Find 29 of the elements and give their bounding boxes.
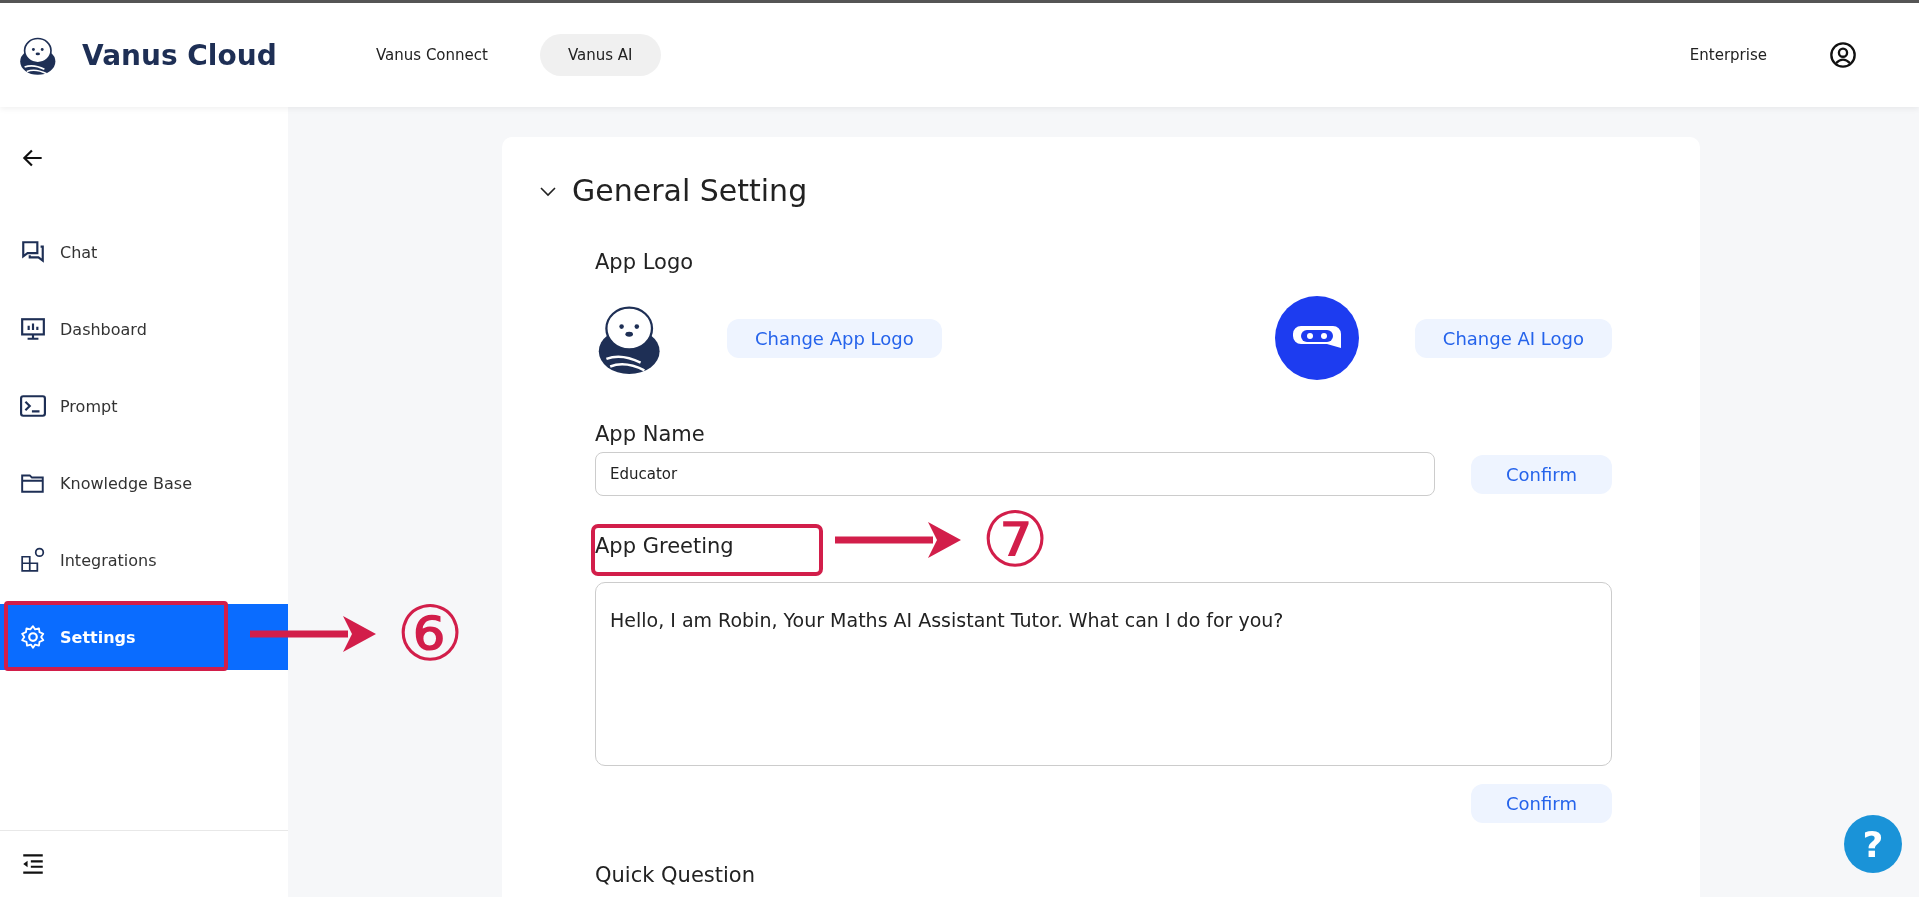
greeting-field[interactable]: Hello, I am Robin, Your Maths AI Assistant Tutor. What can I do for you? [595, 582, 1612, 766]
chat-icon [20, 239, 46, 265]
app-name-field[interactable]: Educator [595, 452, 1435, 496]
sidebar-item[interactable]: Settings [0, 604, 288, 670]
terminal-icon [20, 393, 46, 419]
field-label: Quick Question [595, 863, 756, 887]
annotation-number: ⑦ [981, 502, 1049, 578]
field-label: App Name [595, 422, 706, 446]
change-logo-button[interactable]: Change App Logo [727, 318, 942, 358]
nav-tab[interactable]: Vanus AI [539, 34, 661, 76]
brand-name: Vanus Cloud [82, 38, 277, 72]
plan-label[interactable]: Enterprise [1689, 46, 1767, 64]
confirm-button[interactable]: Confirm [1471, 454, 1612, 494]
annotation-number: ⑥ [396, 596, 464, 672]
sidebar-item[interactable]: Knowledge Base [0, 450, 288, 516]
monitor-icon [20, 316, 46, 342]
nav-tab[interactable]: Vanus Connect [348, 34, 516, 76]
collapse-menu-icon[interactable] [20, 851, 46, 877]
section-title: General Setting [572, 173, 808, 208]
sidebar-item[interactable]: Prompt [0, 373, 288, 439]
sidebar-item[interactable]: Integrations [0, 527, 288, 593]
sidebar-item[interactable]: Dashboard [0, 296, 288, 362]
field-label: App Logo [595, 250, 695, 274]
settings-icon [20, 624, 46, 650]
change-logo-button[interactable]: Change AI Logo [1414, 318, 1612, 358]
user-icon[interactable] [1829, 41, 1857, 69]
confirm-button[interactable]: Confirm [1471, 784, 1612, 823]
sidebar-item[interactable]: Chat [0, 219, 288, 285]
blocks-icon [20, 547, 46, 573]
